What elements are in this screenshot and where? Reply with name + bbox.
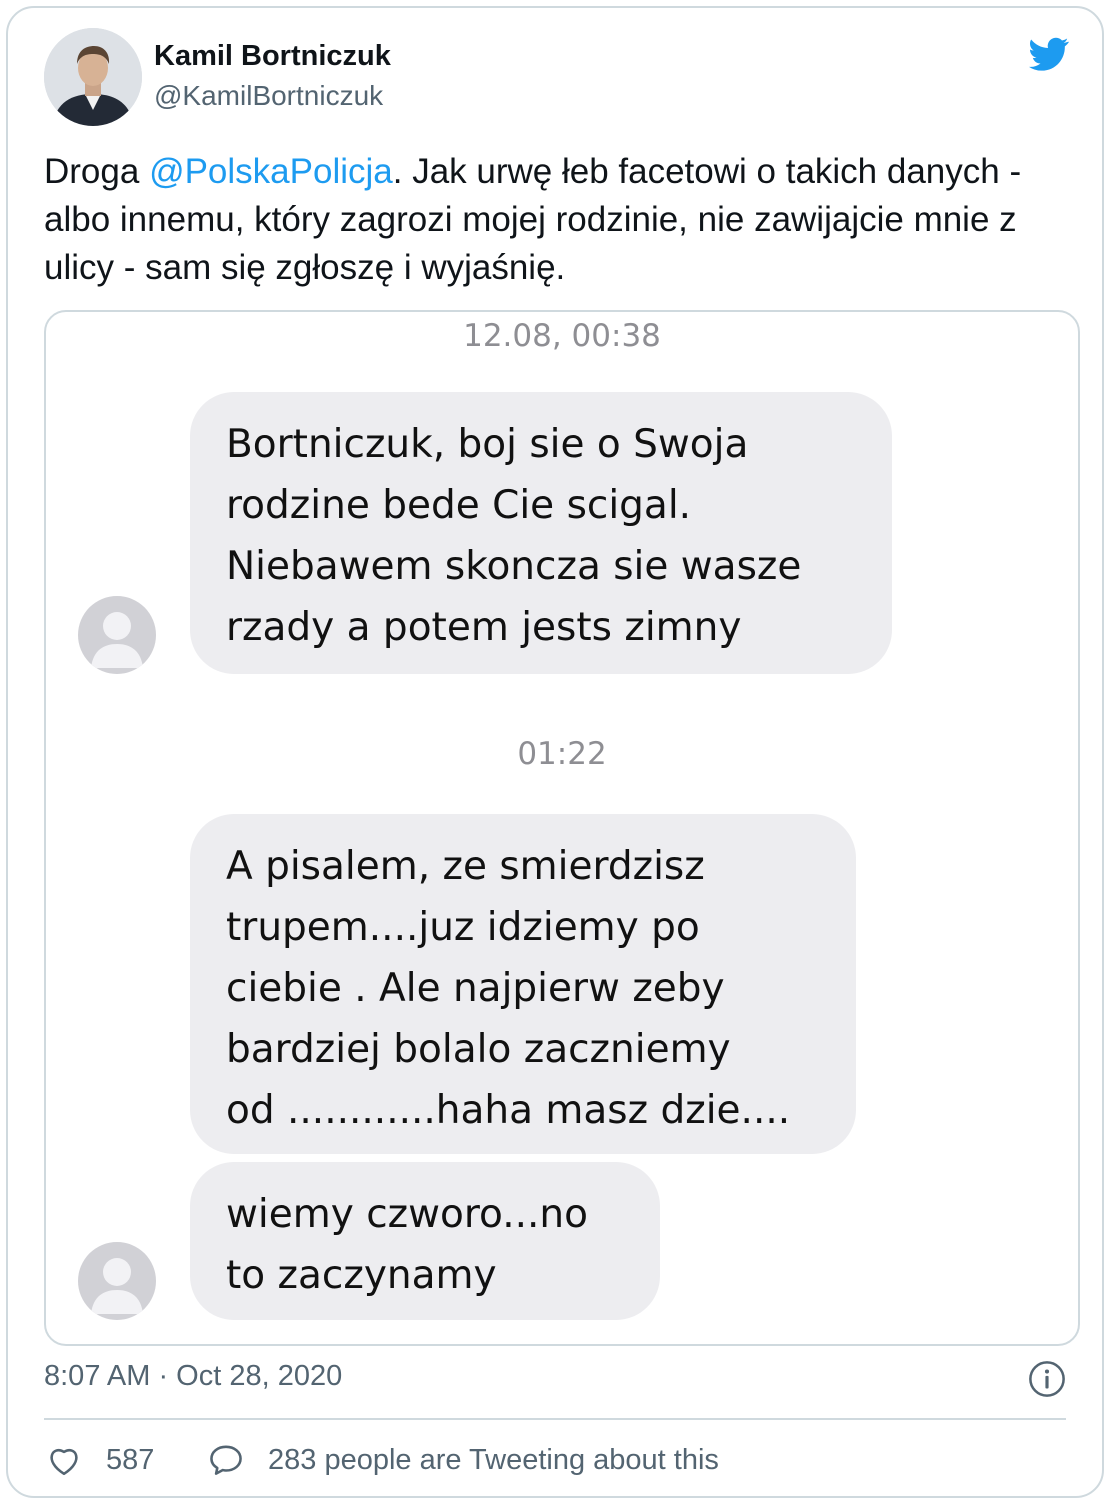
conversation-text: 283 people are Tweeting about this xyxy=(268,1443,719,1476)
speech-bubble-icon xyxy=(210,1445,242,1475)
message-bubble: wiemy czworo...no to zaczynamy xyxy=(190,1162,660,1320)
mention-link[interactable]: @PolskaPolicja xyxy=(149,152,393,191)
twitter-bird-icon[interactable] xyxy=(1026,34,1072,74)
chat-timestamp: 01:22 xyxy=(517,736,607,772)
info-icon[interactable] xyxy=(1028,1360,1066,1398)
tweet-text: Droga @PolskaPolicja. Jak urwę łeb facet… xyxy=(44,148,1094,292)
author-name[interactable]: Kamil Bortniczuk xyxy=(154,40,391,73)
message-bubble: Bortniczuk, boj sie o Swoja rodzine bede… xyxy=(190,392,892,674)
heart-icon xyxy=(50,1449,78,1476)
tweet-card[interactable]: Kamil Bortniczuk @KamilBortniczuk Droga … xyxy=(6,6,1104,1498)
sender-avatar-icon xyxy=(78,596,156,674)
chat-timestamp: 12.08, 00:38 xyxy=(463,318,661,354)
attached-screenshot[interactable]: 12.08, 00:38 Bortniczuk, boj sie o Swoja… xyxy=(44,310,1080,1346)
author-avatar[interactable] xyxy=(44,28,142,126)
divider xyxy=(44,1418,1066,1420)
message-bubble: A pisalem, ze smierdzisz trupem....juz i… xyxy=(190,814,856,1154)
tweet-timestamp[interactable]: 8:07 AM · Oct 28, 2020 xyxy=(44,1360,342,1393)
like-button[interactable]: 587 xyxy=(46,1442,154,1478)
conversation-button[interactable]: 283 people are Tweeting about this xyxy=(208,1442,719,1478)
author-handle[interactable]: @KamilBortniczuk xyxy=(154,80,383,112)
like-count: 587 xyxy=(106,1443,155,1476)
tweet-text-start: Droga xyxy=(44,152,150,191)
sender-avatar-icon xyxy=(78,1242,156,1320)
